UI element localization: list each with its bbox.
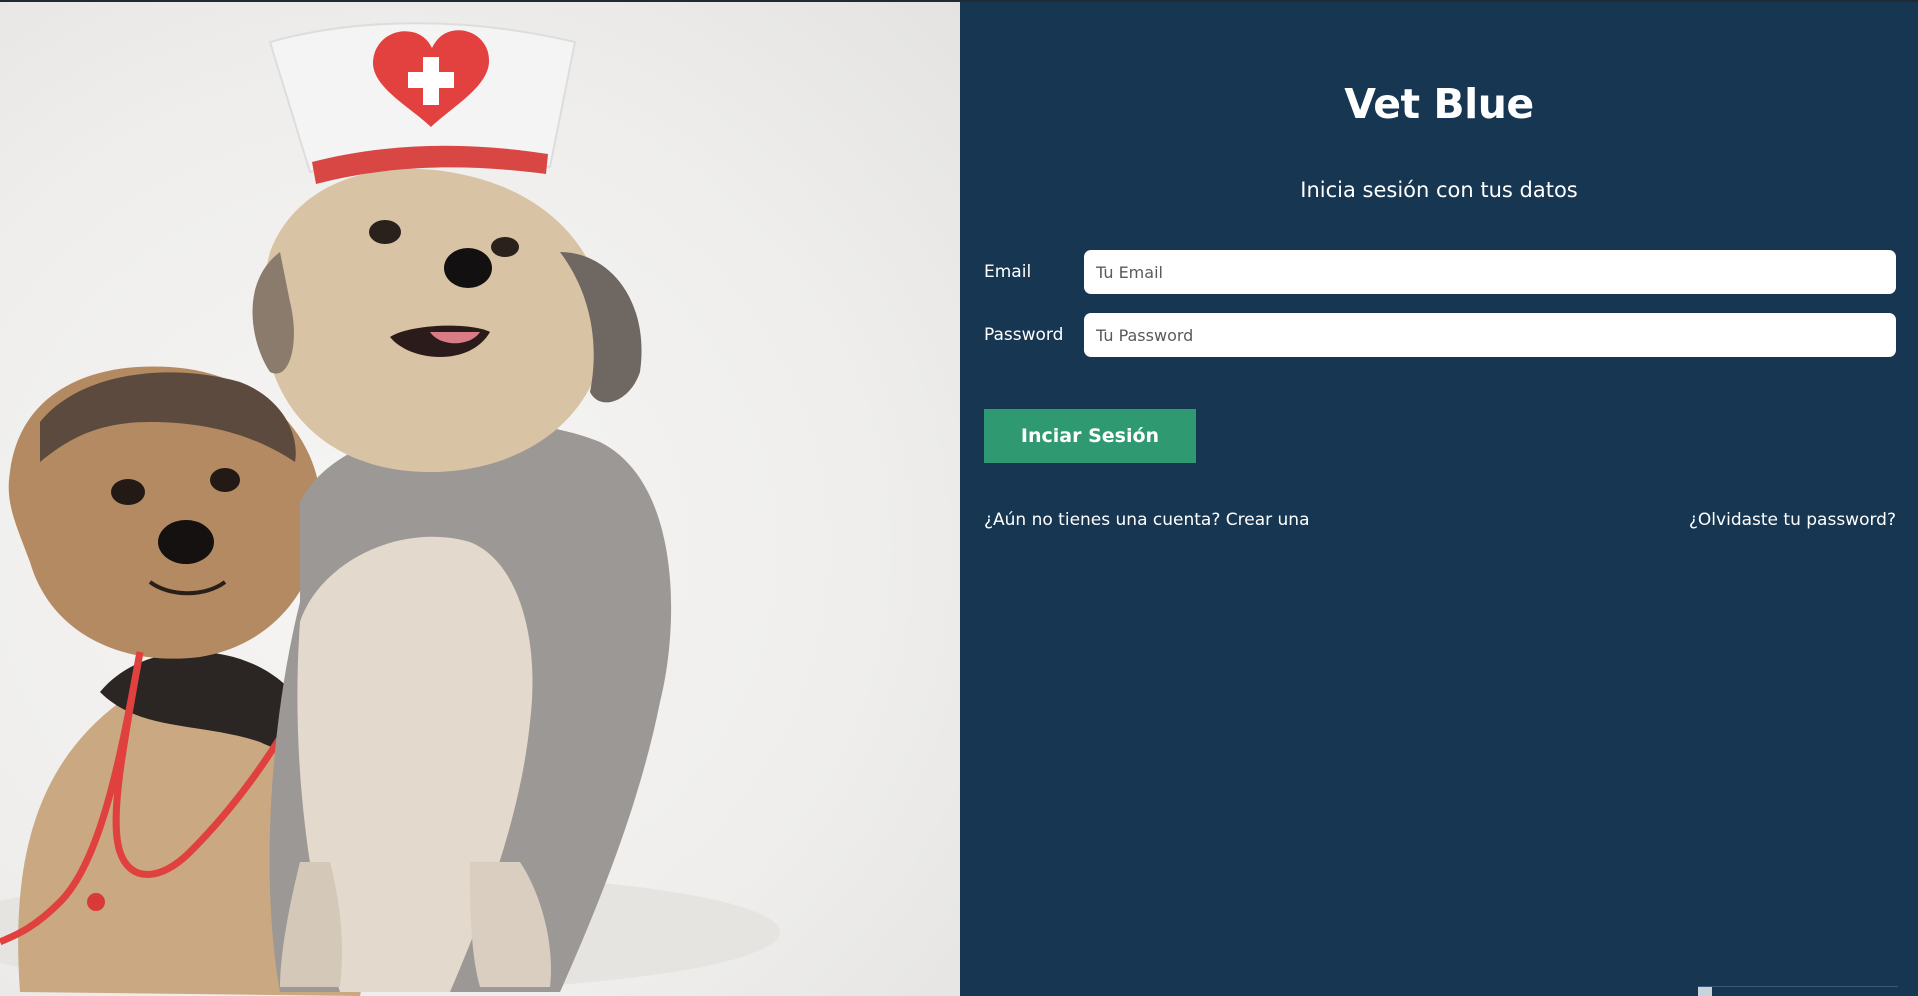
login-page: Vet Blue Inicia sesión con tus datos Ema…: [0, 0, 1918, 996]
email-row: Email: [984, 250, 1896, 294]
password-field[interactable]: [1084, 313, 1896, 357]
create-account-link[interactable]: ¿Aún no tienes una cuenta? Crear una: [984, 510, 1309, 530]
dogs-illustration: [0, 22, 780, 996]
email-field[interactable]: [1084, 250, 1896, 294]
hero-photo: [0, 2, 960, 996]
auth-links: ¿Aún no tienes una cuenta? Crear una ¿Ol…: [984, 510, 1896, 530]
brand-title: Vet Blue: [1344, 80, 1534, 128]
email-label: Email: [984, 262, 1032, 282]
login-subtitle: Inicia sesión con tus datos: [1300, 178, 1578, 202]
broken-image-placeholder: [1698, 986, 1898, 996]
broken-image-icon: [1698, 987, 1712, 996]
password-label: Password: [984, 325, 1064, 345]
login-panel: Vet Blue Inicia sesión con tus datos Ema…: [960, 2, 1918, 996]
login-button[interactable]: Inciar Sesión: [984, 409, 1196, 463]
forgot-password-link[interactable]: ¿Olvidaste tu password?: [1689, 510, 1896, 530]
password-row: Password: [984, 313, 1896, 357]
